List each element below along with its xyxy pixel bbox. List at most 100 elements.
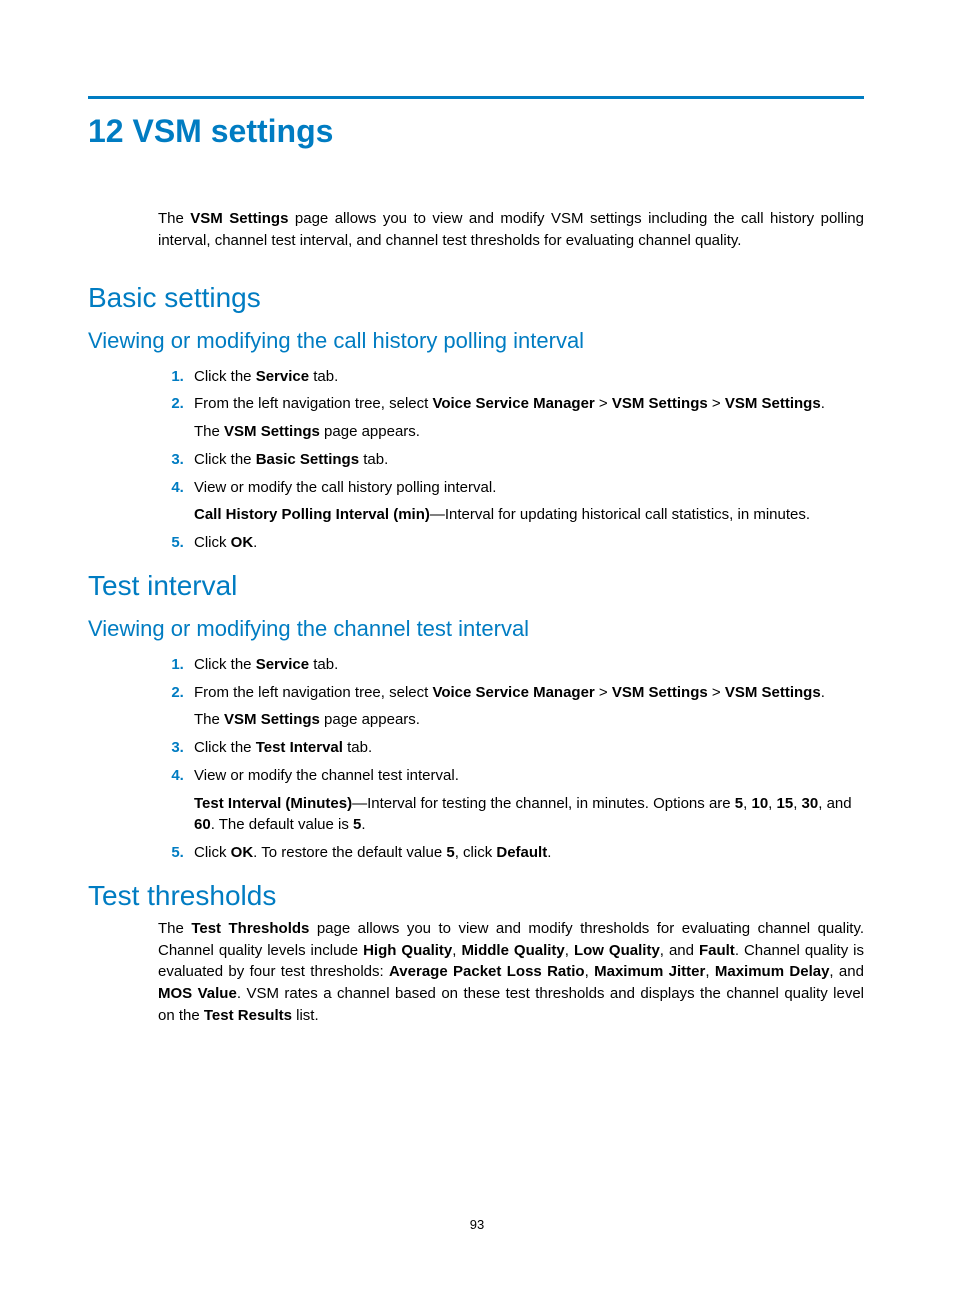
text: . — [821, 395, 825, 412]
text: From the left navigation tree, select — [194, 684, 432, 701]
bold-text: Test Results — [204, 1007, 292, 1024]
bold-text: VSM Settings — [725, 684, 821, 701]
step: Click OK. — [188, 532, 864, 554]
text: From the left navigation tree, select — [194, 395, 432, 412]
text: , — [565, 942, 574, 959]
text: Click the — [194, 451, 256, 468]
bold-text: Average Packet Loss Ratio — [389, 963, 585, 980]
text: > — [595, 684, 612, 701]
text: The — [158, 210, 190, 227]
text: . — [253, 534, 257, 551]
step: From the left navigation tree, select Vo… — [188, 393, 864, 443]
text: > — [708, 684, 725, 701]
bold-text: Basic Settings — [256, 451, 359, 468]
text: tab. — [309, 656, 338, 673]
bold-text: Voice Service Manager — [432, 684, 594, 701]
bold-text: 5 — [446, 844, 454, 861]
text: tab. — [343, 739, 372, 756]
text: , — [585, 963, 595, 980]
bold-text: Low Quality — [574, 942, 660, 959]
bold-text: Maximum Jitter — [594, 963, 705, 980]
text: . — [821, 684, 825, 701]
text: , click — [455, 844, 497, 861]
step: Click the Test Interval tab. — [188, 737, 864, 759]
text: . The default value is — [211, 816, 353, 833]
bold-text: 5 — [735, 795, 743, 812]
text: View or modify the call history polling … — [194, 479, 496, 496]
text: —Interval for testing the channel, in mi… — [352, 795, 735, 812]
text: The — [194, 423, 224, 440]
chapter-rule — [88, 96, 864, 99]
step: Click OK. To restore the default value 5… — [188, 842, 864, 864]
thresholds-paragraph: The Test Thresholds page allows you to v… — [158, 918, 864, 1027]
text: Click — [194, 844, 231, 861]
page-number: 93 — [0, 1217, 954, 1232]
step-subline: The VSM Settings page appears. — [194, 709, 864, 731]
intro-paragraph: The VSM Settings page allows you to view… — [158, 208, 864, 252]
text: , and — [660, 942, 699, 959]
text: Click the — [194, 368, 256, 385]
text: The — [158, 920, 191, 937]
bold-text: OK — [231, 844, 254, 861]
text: . — [361, 816, 365, 833]
text: The — [194, 711, 224, 728]
text: , and — [818, 795, 851, 812]
bold-text: Default — [496, 844, 547, 861]
text: , — [793, 795, 801, 812]
chapter-title: 12 VSM settings — [88, 113, 864, 150]
bold-text: VSM Settings — [612, 395, 708, 412]
step-subline: Test Interval (Minutes)—Interval for tes… — [194, 793, 864, 837]
text: Click the — [194, 739, 256, 756]
step-subline: The VSM Settings page appears. — [194, 421, 864, 443]
text: list. — [292, 1007, 319, 1024]
text: , — [705, 963, 715, 980]
bold-text: 30 — [802, 795, 819, 812]
bold-text: MOS Value — [158, 985, 237, 1002]
bold-text: Test Interval (Minutes) — [194, 795, 352, 812]
steps-basic: Click the Service tab. From the left nav… — [158, 366, 864, 554]
steps-test-interval: Click the Service tab. From the left nav… — [158, 654, 864, 864]
bold-text: Fault — [699, 942, 735, 959]
bold-text: VSM Settings — [224, 711, 320, 728]
text: > — [595, 395, 612, 412]
bold-text: High Quality — [363, 942, 452, 959]
bold-text: Test Interval — [256, 739, 343, 756]
step: View or modify the call history polling … — [188, 477, 864, 527]
subsection-call-history-polling: Viewing or modifying the call history po… — [88, 328, 864, 354]
bold-text: Maximum Delay — [715, 963, 830, 980]
text: , and — [829, 963, 864, 980]
text: Click the — [194, 656, 256, 673]
bold-text: VSM Settings — [224, 423, 320, 440]
text: Click — [194, 534, 231, 551]
text: View or modify the channel test interval… — [194, 767, 459, 784]
text: —Interval for updating historical call s… — [430, 506, 810, 523]
bold-text: VSM Settings — [725, 395, 821, 412]
section-test-thresholds: Test thresholds — [88, 880, 864, 912]
bold-text: Voice Service Manager — [432, 395, 594, 412]
bold-text: 10 — [751, 795, 768, 812]
bold-text: 15 — [777, 795, 794, 812]
text: . To restore the default value — [253, 844, 446, 861]
bold-text: VSM Settings — [612, 684, 708, 701]
step: From the left navigation tree, select Vo… — [188, 682, 864, 732]
step: View or modify the channel test interval… — [188, 765, 864, 836]
text: , — [768, 795, 776, 812]
text: page appears. — [320, 423, 420, 440]
bold-text: VSM Settings — [190, 210, 288, 227]
bold-text: 60 — [194, 816, 211, 833]
bold-text: Service — [256, 368, 309, 385]
text: . — [547, 844, 551, 861]
section-basic-settings: Basic settings — [88, 282, 864, 314]
subsection-channel-test-interval: Viewing or modifying the channel test in… — [88, 616, 864, 642]
step-subline: Call History Polling Interval (min)—Inte… — [194, 504, 864, 526]
document-page: 12 VSM settings The VSM Settings page al… — [0, 0, 954, 1296]
bold-text: Call History Polling Interval (min) — [194, 506, 430, 523]
text: > — [708, 395, 725, 412]
step: Click the Basic Settings tab. — [188, 449, 864, 471]
text: tab. — [309, 368, 338, 385]
text: tab. — [359, 451, 388, 468]
text: page appears. — [320, 711, 420, 728]
bold-text: Test Thresholds — [191, 920, 309, 937]
step: Click the Service tab. — [188, 654, 864, 676]
section-test-interval: Test interval — [88, 570, 864, 602]
